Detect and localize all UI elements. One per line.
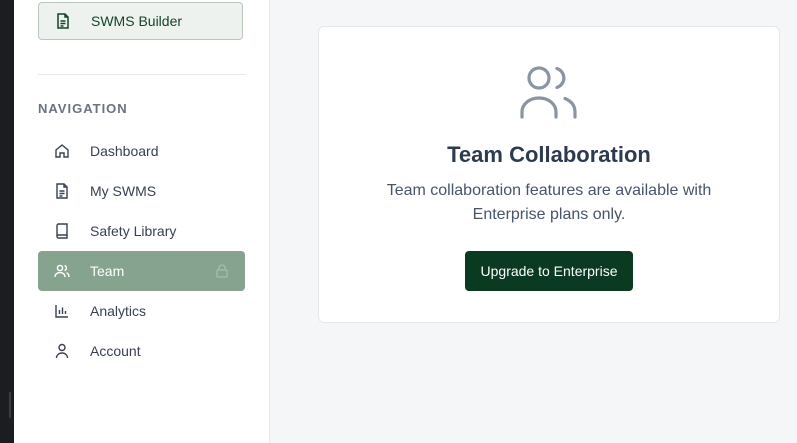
home-icon [54, 143, 70, 159]
sidebar-item-dashboard[interactable]: Dashboard [38, 131, 245, 171]
bar-chart-icon [54, 303, 70, 319]
card-description: Team collaboration features are availabl… [386, 182, 712, 223]
lock-icon [215, 263, 229, 279]
sidebar-item-label: Analytics [90, 303, 147, 319]
card-title: Team Collaboration [447, 142, 651, 167]
sidebar-item-safety-library[interactable]: Safety Library [38, 211, 245, 251]
sidebar-item-account[interactable]: Account [38, 331, 245, 371]
sidebar-item-label: My SWMS [90, 183, 157, 199]
document-icon [55, 13, 71, 29]
user-icon [54, 343, 70, 359]
swms-builder-button[interactable]: SWMS Builder [38, 2, 243, 40]
sidebar-item-analytics[interactable]: Analytics [38, 291, 245, 331]
users-icon [54, 263, 70, 279]
sidebar-item-team[interactable]: Team [38, 251, 245, 291]
book-icon [54, 223, 70, 239]
users-icon [518, 63, 580, 119]
sidebar-item-my-swms[interactable]: My SWMS [38, 171, 245, 211]
sidebar-item-label: Dashboard [90, 143, 159, 159]
main-content: Team Collaboration Team collaboration fe… [270, 0, 797, 443]
sidebar-item-label: Team [90, 263, 125, 279]
upgrade-to-enterprise-button[interactable]: Upgrade to Enterprise [465, 251, 633, 291]
left-edge-strip [0, 0, 14, 443]
upgrade-card: Team Collaboration Team collaboration fe… [318, 26, 780, 323]
swms-builder-label: SWMS Builder [91, 13, 183, 29]
sidebar-divider [38, 74, 246, 75]
edge-handle [9, 392, 11, 418]
document-icon [54, 183, 70, 199]
sidebar-item-label: Safety Library [90, 223, 177, 239]
sidebar-item-label: Account [90, 343, 141, 359]
sidebar: SWMS Builder NAVIGATION Dashboard My SWM… [14, 0, 270, 443]
nav-heading: NAVIGATION [38, 101, 128, 116]
